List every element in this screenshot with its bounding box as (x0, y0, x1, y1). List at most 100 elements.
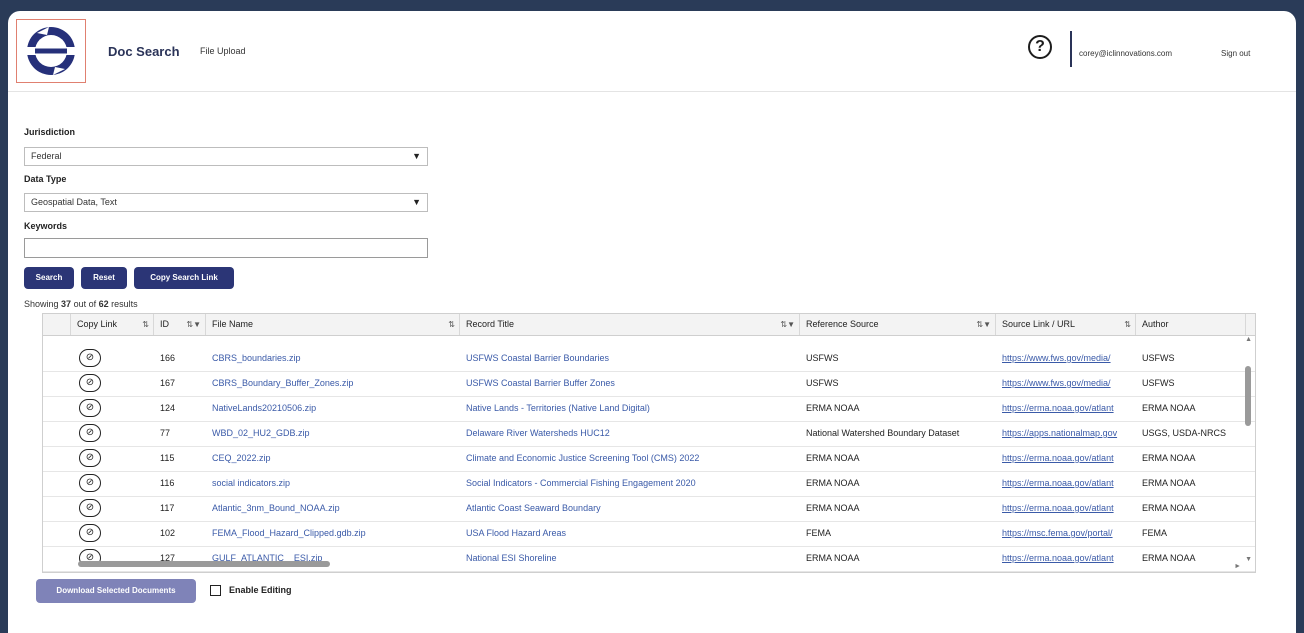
col-source-link[interactable]: Source Link / URL ⇅ (996, 314, 1136, 335)
app-window: Doc Search File Upload ? corey@iclinnova… (8, 11, 1296, 633)
col-file-name[interactable]: File Name ⇅ (206, 314, 460, 335)
table-row[interactable]: ⊘ 117 Atlantic_3nm_Bound_NOAA.zip Atlantic … (43, 496, 1255, 522)
jurisdiction-value: Federal (31, 151, 62, 161)
keywords-input[interactable] (24, 238, 428, 258)
col-id[interactable]: ID ⇅▼ (154, 314, 206, 335)
cell-source-link[interactable]: https://apps.nationalmap.gov (996, 421, 1136, 446)
file-upload-link[interactable]: File Upload (200, 46, 246, 56)
app-logo[interactable] (16, 19, 86, 83)
filter-icon[interactable]: ⇅▼ (780, 314, 795, 335)
link-icon[interactable]: ⊘ (79, 374, 101, 392)
row-selector[interactable] (43, 471, 71, 496)
filter-icon[interactable]: ⇅▼ (186, 314, 201, 335)
cell-record-title[interactable]: Delaware River Watersheds HUC12 (460, 421, 800, 446)
cell-source-link[interactable]: https://www.fws.gov/media/ (996, 371, 1136, 396)
col-copy-link[interactable]: Copy Link ⇅ (71, 314, 154, 335)
row-selector[interactable] (43, 371, 71, 396)
cell-record-title[interactable]: USFWS Coastal Barrier Buffer Zones (460, 371, 800, 396)
col-author[interactable]: Author (1136, 314, 1246, 335)
link-icon[interactable]: ⊘ (79, 349, 101, 367)
copy-search-link-button[interactable]: Copy Search Link (134, 267, 234, 289)
cell-id: 77 (160, 428, 171, 438)
cell-file-name[interactable]: social indicators.zip (206, 471, 460, 496)
link-icon[interactable]: ⊘ (79, 424, 101, 442)
sort-icon[interactable]: ⇅ (1124, 314, 1131, 335)
cell-file-name[interactable]: NativeLands20210506.zip (206, 396, 460, 421)
cell-record-title[interactable]: Social Indicators - Commercial Fishing E… (460, 471, 800, 496)
table-row[interactable]: ⊘ 102 FEMA_Flood_Hazard_Clipped.gdb.zip USA… (43, 521, 1255, 547)
col-copy-link-label: Copy Link (77, 319, 118, 329)
col-record-title[interactable]: Record Title ⇅▼ (460, 314, 800, 335)
row-selector[interactable] (43, 446, 71, 471)
cell-source-link[interactable]: https://erma.noaa.gov/atlant (996, 546, 1136, 571)
col-reference-source[interactable]: Reference Source ⇅▼ (800, 314, 996, 335)
download-selected-button[interactable]: Download Selected Documents (36, 579, 196, 603)
table-row[interactable]: ⊘ 127 GULF_ATLANTIC__ESI.zip National ESI S… (43, 546, 1255, 572)
table-row[interactable]: ⊘ 167 CBRS_Boundary_Buffer_Zones.zip USFWS … (43, 371, 1255, 397)
cell-source-link[interactable]: https://msc.fema.gov/portal/ (996, 521, 1136, 546)
cell-reference-source: National Watershed Boundary Dataset (806, 428, 960, 438)
cell-source-link[interactable]: https://erma.noaa.gov/atlant (996, 496, 1136, 521)
results-count: 37 (61, 299, 72, 309)
reset-button[interactable]: Reset (81, 267, 127, 289)
col-record-title-label: Record Title (466, 319, 515, 329)
cell-record-title[interactable]: National ESI Shoreline (460, 546, 800, 571)
cell-author: ERMA NOAA (1142, 553, 1196, 563)
cell-record-title[interactable]: USFWS Coastal Barrier Boundaries (460, 346, 800, 371)
sort-icon[interactable]: ⇅ (142, 314, 149, 335)
header-divider (1070, 31, 1072, 67)
row-selector[interactable] (43, 396, 71, 421)
row-selector[interactable] (43, 546, 71, 571)
scroll-right-icon[interactable]: ► (1234, 563, 1241, 570)
cell-file-name[interactable]: GULF_ATLANTIC__ESI.zip (206, 546, 460, 571)
data-type-select[interactable]: Geospatial Data, Text ▼ (24, 193, 428, 212)
cell-source-link[interactable]: https://erma.noaa.gov/atlant (996, 471, 1136, 496)
results-prefix: Showing (24, 299, 59, 309)
cell-file-name[interactable]: FEMA_Flood_Hazard_Clipped.gdb.zip (206, 521, 460, 546)
link-icon[interactable]: ⊘ (79, 399, 101, 417)
jurisdiction-select[interactable]: Federal ▼ (24, 147, 428, 166)
scroll-up-icon[interactable]: ▲ (1245, 336, 1252, 343)
filter-icon[interactable]: ⇅▼ (976, 314, 991, 335)
cell-record-title[interactable]: USA Flood Hazard Areas (460, 521, 800, 546)
horizontal-scroll-thumb[interactable] (78, 561, 330, 567)
row-selector[interactable] (43, 496, 71, 521)
cell-record-title[interactable]: Atlantic Coast Seaward Boundary (460, 496, 800, 521)
cell-id: 115 (160, 453, 175, 463)
cell-source-link[interactable]: https://erma.noaa.gov/atlant (996, 446, 1136, 471)
row-selector[interactable] (43, 346, 71, 371)
sort-icon[interactable]: ⇅ (448, 314, 455, 335)
help-icon[interactable]: ? (1028, 35, 1052, 59)
vertical-scrollbar[interactable] (1244, 336, 1254, 568)
cell-file-name[interactable]: CBRS_boundaries.zip (206, 346, 460, 371)
cell-file-name[interactable]: WBD_02_HU2_GDB.zip (206, 421, 460, 446)
enable-editing-checkbox[interactable] (210, 585, 221, 596)
row-selector[interactable] (43, 421, 71, 446)
col-id-label: ID (160, 319, 169, 329)
cell-reference-source: USFWS (806, 353, 839, 363)
sign-out-link[interactable]: Sign out (1221, 49, 1250, 58)
link-icon[interactable]: ⊘ (79, 499, 101, 517)
search-button[interactable]: Search (24, 267, 74, 289)
table-row[interactable]: ⊘ 166 CBRS_boundaries.zip USFWS Coastal Bar… (43, 346, 1255, 372)
link-icon[interactable]: ⊘ (79, 474, 101, 492)
cell-reference-source: FEMA (806, 528, 832, 538)
cell-file-name[interactable]: CEQ_2022.zip (206, 446, 460, 471)
cell-record-title[interactable]: Native Lands - Territories (Native Land … (460, 396, 800, 421)
cell-file-name[interactable]: Atlantic_3nm_Bound_NOAA.zip (206, 496, 460, 521)
table-row[interactable]: ⊘ 124 NativeLands20210506.zip Native Lands … (43, 396, 1255, 422)
cell-file-name[interactable]: CBRS_Boundary_Buffer_Zones.zip (206, 371, 460, 396)
cell-source-link[interactable]: https://www.fws.gov/media/ (996, 346, 1136, 371)
cell-source-link[interactable]: https://erma.noaa.gov/atlant (996, 396, 1136, 421)
table-row[interactable]: ⊘ 77 WBD_02_HU2_GDB.zip Delaware River Wate… (43, 421, 1255, 447)
scroll-down-icon[interactable]: ▼ (1245, 556, 1252, 563)
cell-reference-source: ERMA NOAA (806, 503, 860, 513)
app-title[interactable]: Doc Search (108, 44, 180, 59)
cell-record-title[interactable]: Climate and Economic Justice Screening T… (460, 446, 800, 471)
table-row[interactable]: ⊘ 116 social indicators.zip Social Indicato… (43, 471, 1255, 497)
link-icon[interactable]: ⊘ (79, 449, 101, 467)
table-row[interactable]: ⊘ 115 CEQ_2022.zip Climate and Economic Jus… (43, 446, 1255, 472)
row-selector[interactable] (43, 521, 71, 546)
link-icon[interactable]: ⊘ (79, 524, 101, 542)
vertical-scroll-thumb[interactable] (1245, 366, 1251, 426)
